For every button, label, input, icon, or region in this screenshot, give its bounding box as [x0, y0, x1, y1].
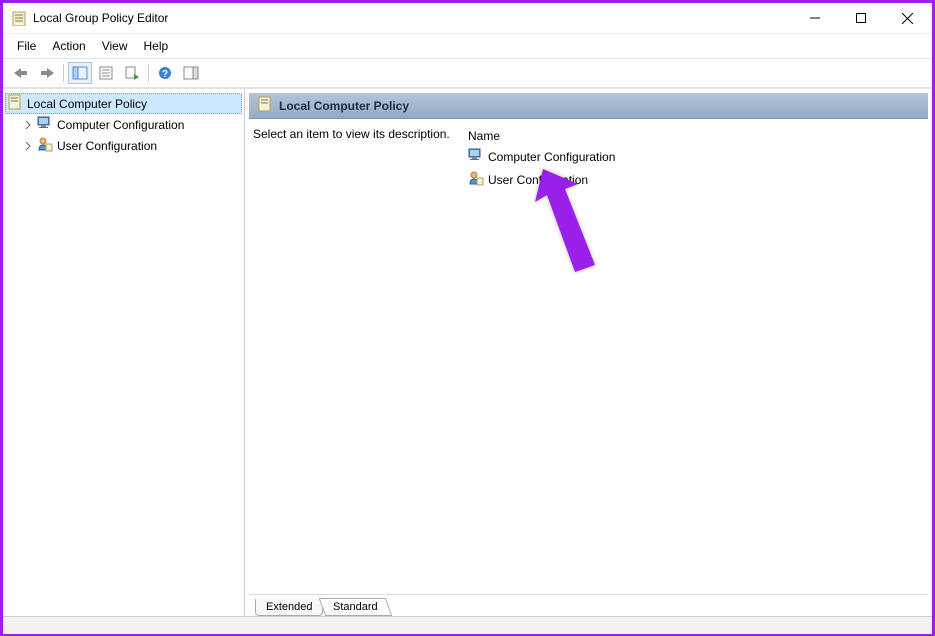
window-controls	[792, 3, 930, 33]
list-item-user-configuration[interactable]: User Configuration	[464, 168, 928, 191]
help-button[interactable]: ?	[153, 62, 177, 84]
close-button[interactable]	[884, 3, 930, 33]
properties-button[interactable]	[94, 62, 118, 84]
titlebar: Local Group Policy Editor	[3, 3, 932, 33]
tree-item-user-configuration[interactable]: User Configuration	[5, 135, 242, 156]
description-prompt: Select an item to view its description.	[253, 127, 450, 141]
policy-icon	[7, 94, 23, 113]
menu-view[interactable]: View	[94, 36, 136, 56]
details-header: Local Computer Policy	[249, 93, 928, 119]
chevron-right-icon[interactable]	[23, 120, 33, 130]
chevron-right-icon[interactable]	[23, 141, 33, 151]
description-column: Select an item to view its description.	[253, 127, 463, 590]
tab-label: Extended	[266, 601, 312, 613]
svg-text:?: ?	[162, 69, 168, 80]
export-list-button[interactable]	[120, 62, 144, 84]
console-tree[interactable]: Local Computer Policy Computer Configura…	[3, 89, 245, 616]
user-config-icon	[468, 170, 484, 189]
forward-button[interactable]	[35, 62, 59, 84]
menubar: File Action View Help	[3, 33, 932, 58]
tree-item-label: Local Computer Policy	[27, 97, 147, 111]
menu-file[interactable]: File	[9, 36, 44, 56]
user-config-icon	[37, 136, 53, 155]
computer-config-icon	[37, 115, 53, 134]
show-hide-console-tree-button[interactable]	[68, 62, 92, 84]
statusbar	[3, 616, 932, 634]
list-item-label: Computer Configuration	[488, 150, 615, 164]
items-list[interactable]: Name Computer Configuration User Configu…	[463, 127, 928, 590]
tab-standard[interactable]: Standard	[319, 598, 392, 616]
details-body: Select an item to view its description. …	[245, 119, 932, 594]
app-icon	[11, 10, 27, 26]
tab-extended[interactable]: Extended	[255, 599, 323, 616]
menu-help[interactable]: Help	[136, 36, 177, 56]
window-title: Local Group Policy Editor	[33, 11, 168, 25]
toolbar: ?	[3, 58, 932, 88]
show-hide-action-pane-button[interactable]	[179, 62, 203, 84]
computer-config-icon	[468, 147, 484, 166]
maximize-button[interactable]	[838, 3, 884, 33]
tree-item-label: Computer Configuration	[57, 118, 184, 132]
minimize-button[interactable]	[792, 3, 838, 33]
view-tabs: Extended Standard	[249, 594, 928, 616]
tree-root-local-computer-policy[interactable]: Local Computer Policy	[5, 93, 242, 114]
content-area: Local Computer Policy Computer Configura…	[3, 88, 932, 616]
column-header-name[interactable]: Name	[464, 127, 928, 145]
tree-item-computer-configuration[interactable]: Computer Configuration	[5, 114, 242, 135]
tree-item-label: User Configuration	[57, 139, 157, 153]
list-item-label: User Configuration	[488, 173, 588, 187]
list-item-computer-configuration[interactable]: Computer Configuration	[464, 145, 928, 168]
policy-icon	[257, 96, 273, 115]
back-button[interactable]	[9, 62, 33, 84]
details-pane: Local Computer Policy Select an item to …	[245, 89, 932, 616]
menu-action[interactable]: Action	[44, 36, 93, 56]
tab-label: Standard	[333, 601, 378, 613]
toolbar-separator	[148, 64, 149, 82]
details-header-title: Local Computer Policy	[279, 99, 409, 113]
toolbar-separator	[63, 64, 64, 82]
